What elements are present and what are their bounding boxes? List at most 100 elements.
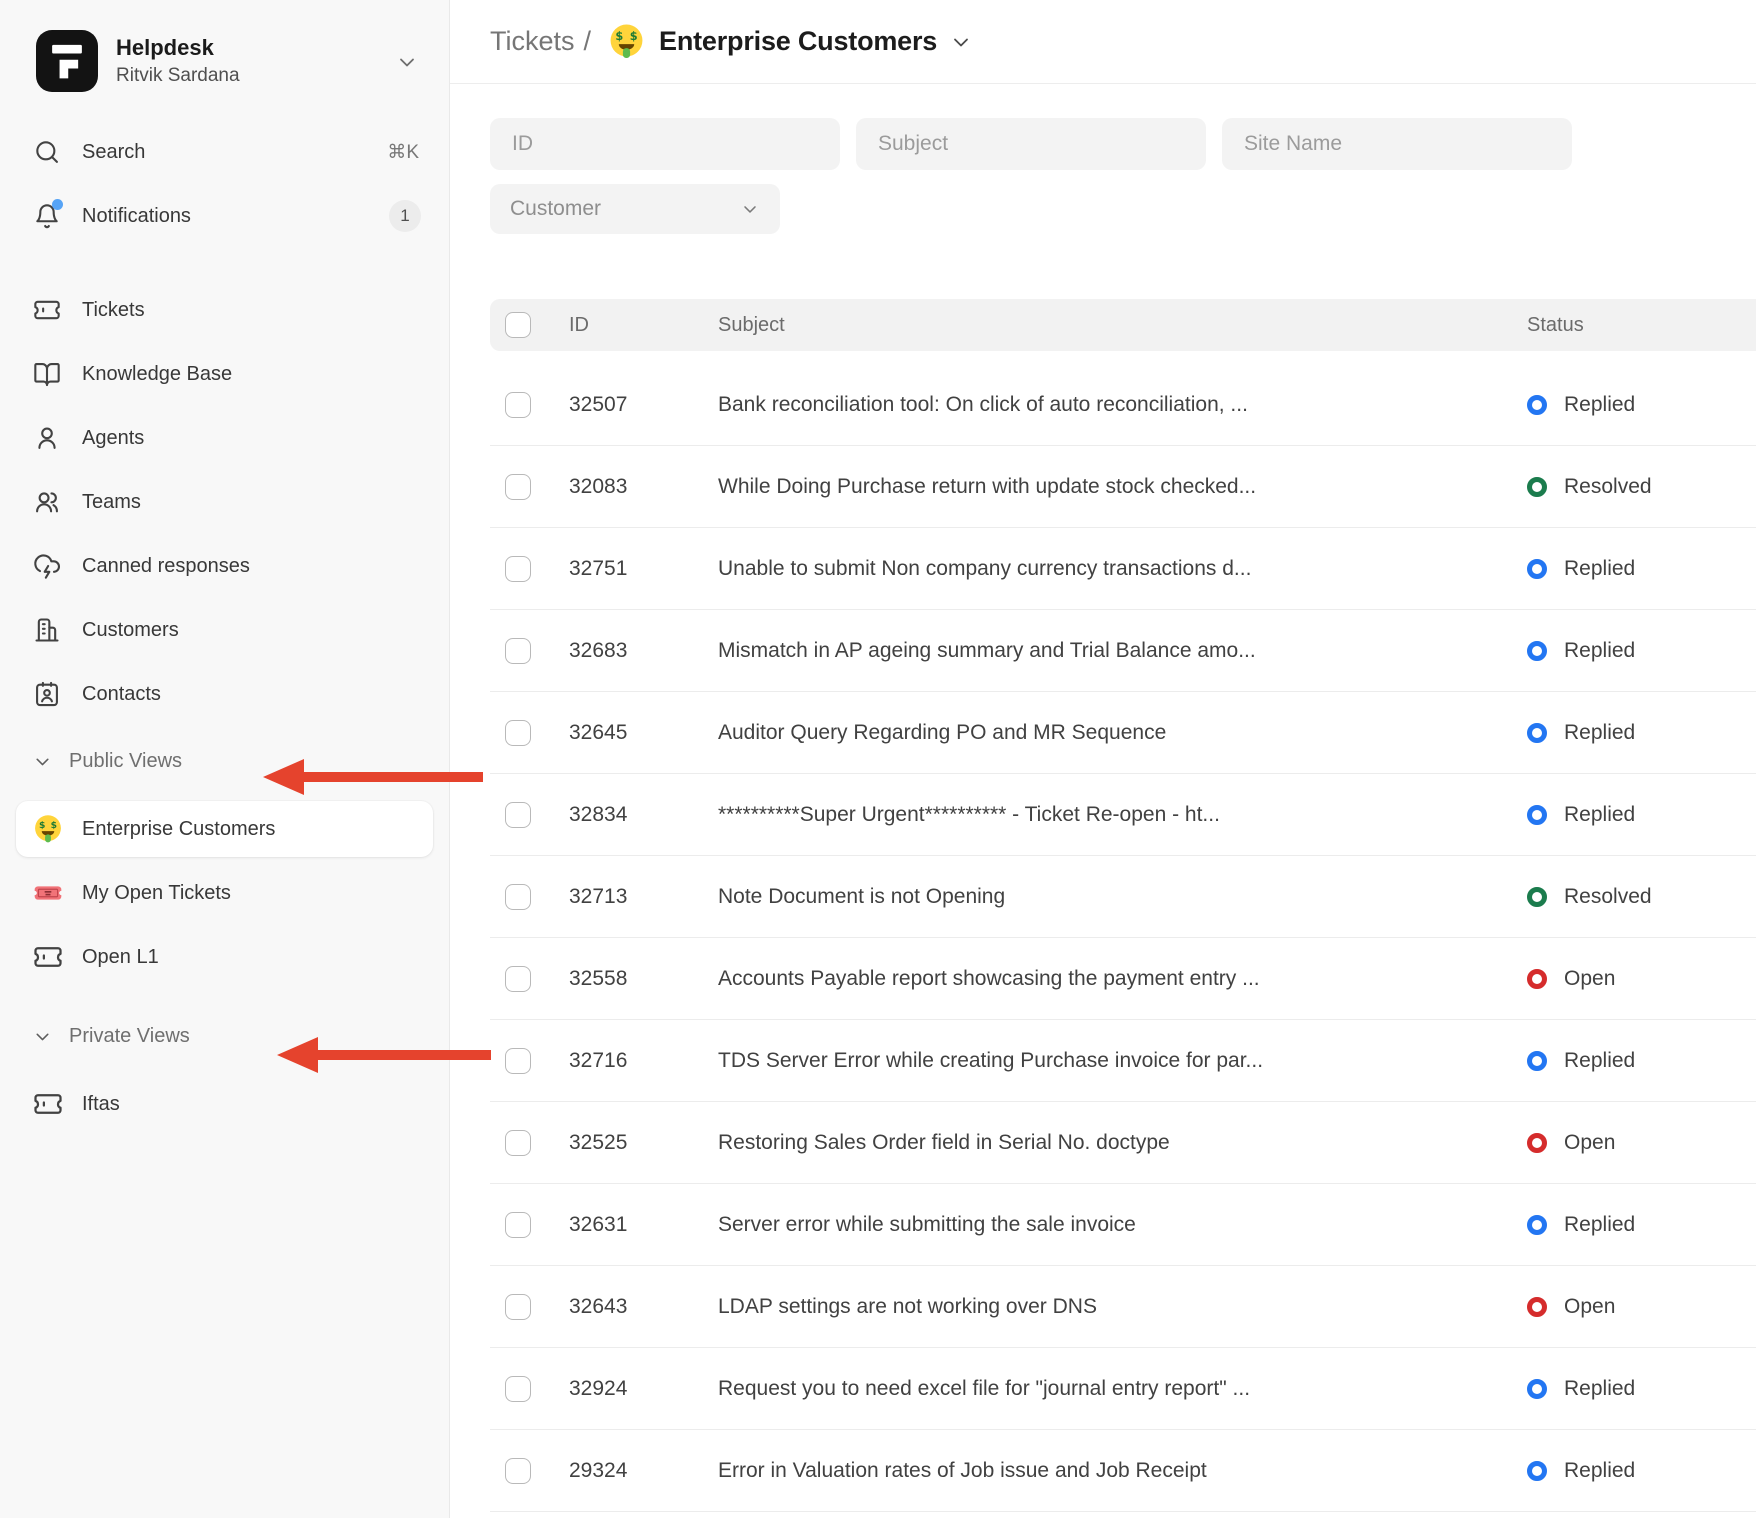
sidebar-item-customers[interactable]: Customers (16, 602, 433, 658)
filter-id-input[interactable] (490, 118, 840, 170)
row-checkbox[interactable] (505, 1376, 531, 1402)
filter-site-name-input[interactable] (1222, 118, 1572, 170)
sidebar-item-label: Canned responses (82, 555, 250, 578)
table-row[interactable]: 32683Mismatch in AP ageing summary and T… (490, 610, 1756, 692)
table-row[interactable]: 32716TDS Server Error while creating Pur… (490, 1020, 1756, 1102)
workspace-switcher[interactable]: Helpdesk Ritvik Sardana (16, 30, 433, 92)
breadcrumb-tickets-link[interactable]: Tickets (490, 26, 575, 57)
status-badge: Replied (1527, 393, 1756, 417)
ticket-subject: Error in Valuation rates of Job issue an… (718, 1459, 1527, 1483)
ticket-id: 32834 (569, 803, 718, 827)
sidebar-item-teams[interactable]: Teams (16, 474, 433, 530)
table-row[interactable]: 32507Bank reconciliation tool: On click … (490, 364, 1756, 446)
row-checkbox[interactable] (505, 966, 531, 992)
row-checkbox-cell (490, 474, 569, 500)
column-header-subject[interactable]: Subject (718, 314, 1527, 337)
section-label: Private Views (69, 1025, 190, 1048)
table-row[interactable]: 32924Request you to need excel file for … (490, 1348, 1756, 1430)
column-header-id[interactable]: ID (569, 314, 718, 337)
user-icon (33, 424, 61, 452)
ticket-subject: Request you to need excel file for "jour… (718, 1377, 1527, 1401)
status-ring-icon (1527, 395, 1547, 415)
ticket-subject: **********Super Urgent********** - Ticke… (718, 803, 1527, 827)
breadcrumb-separator: / (584, 26, 592, 57)
ticket-id: 32525 (569, 1131, 718, 1155)
row-checkbox[interactable] (505, 1048, 531, 1074)
row-checkbox[interactable] (505, 1458, 531, 1484)
sidebar-item-label: Teams (82, 491, 141, 514)
row-checkbox[interactable] (505, 1130, 531, 1156)
search-icon (33, 138, 61, 166)
table-row[interactable]: 32643LDAP settings are not working over … (490, 1266, 1756, 1348)
table-row[interactable]: 29324Error in Valuation rates of Job iss… (490, 1430, 1756, 1512)
status-label: Replied (1564, 1049, 1635, 1073)
ticket-subject: Server error while submitting the sale i… (718, 1213, 1527, 1237)
user-name: Ritvik Sardana (116, 65, 240, 87)
sidebar-item-canned-responses[interactable]: Canned responses (16, 538, 433, 594)
private-views-header[interactable]: Private Views (16, 1011, 433, 1061)
row-checkbox[interactable] (505, 720, 531, 746)
chevron-down-icon[interactable] (395, 50, 419, 74)
sidebar-item-label: Customers (82, 619, 179, 642)
ticket-id: 32683 (569, 639, 718, 663)
view-label: Open L1 (82, 946, 159, 969)
row-checkbox-cell (490, 884, 569, 910)
status-ring-icon (1527, 969, 1547, 989)
ticket-id: 32643 (569, 1295, 718, 1319)
row-checkbox[interactable] (505, 392, 531, 418)
app-title: Helpdesk (116, 35, 240, 61)
sidebar-item-notifications[interactable]: Notifications 1 (16, 188, 433, 244)
table-row[interactable]: 32834**********Super Urgent********** - … (490, 774, 1756, 856)
row-checkbox[interactable] (505, 1294, 531, 1320)
table-row[interactable]: 32083While Doing Purchase return with up… (490, 446, 1756, 528)
customer-filter-dropdown[interactable]: Customer (490, 184, 780, 234)
sidebar-item-label: Contacts (82, 683, 161, 706)
public-views-header[interactable]: Public Views (16, 736, 433, 786)
sidebar-item-contacts[interactable]: Contacts (16, 666, 433, 722)
row-checkbox[interactable] (505, 474, 531, 500)
row-checkbox[interactable] (505, 1212, 531, 1238)
sidebar-item-agents[interactable]: Agents (16, 410, 433, 466)
sidebar-item-search[interactable]: Search ⌘K (16, 124, 433, 180)
status-ring-icon (1527, 559, 1547, 579)
table-row[interactable]: 32751Unable to submit Non company curren… (490, 528, 1756, 610)
select-all-checkbox[interactable] (505, 312, 531, 338)
sidebar-view-open-l1[interactable]: Open L1 (16, 929, 433, 985)
sidebar-view-iftas[interactable]: Iftas (16, 1076, 433, 1132)
row-checkbox-cell (490, 556, 569, 582)
sidebar-view-enterprise-customers[interactable]: $$Enterprise Customers (16, 801, 433, 857)
money-mouth-emoji: $$ (33, 814, 63, 844)
workspace-titles: Helpdesk Ritvik Sardana (116, 35, 240, 86)
status-label: Resolved (1564, 885, 1652, 909)
table-row[interactable]: 32558Accounts Payable report showcasing … (490, 938, 1756, 1020)
row-checkbox-cell (490, 638, 569, 664)
table-row[interactable]: 32645Auditor Query Regarding PO and MR S… (490, 692, 1756, 774)
status-ring-icon (1527, 1379, 1547, 1399)
ticket-id: 32507 (569, 393, 718, 417)
status-badge: Replied (1527, 1459, 1756, 1483)
ticket-subject: Bank reconciliation tool: On click of au… (718, 393, 1527, 417)
row-checkbox[interactable] (505, 556, 531, 582)
row-checkbox[interactable] (505, 638, 531, 664)
table-row[interactable]: 32713Note Document is not OpeningResolve… (490, 856, 1756, 938)
sidebar-item-knowledge-base[interactable]: Knowledge Base (16, 346, 433, 402)
status-ring-icon (1527, 887, 1547, 907)
row-checkbox[interactable] (505, 802, 531, 828)
sidebar-item-tickets[interactable]: Tickets (16, 282, 433, 338)
column-header-status[interactable]: Status (1527, 314, 1756, 337)
ticket-subject: Auditor Query Regarding PO and MR Sequen… (718, 721, 1527, 745)
sidebar-view-my-open-tickets[interactable]: My Open Tickets (16, 865, 433, 921)
notification-count-badge: 1 (389, 200, 421, 232)
customer-filter-label: Customer (510, 197, 601, 221)
row-checkbox[interactable] (505, 884, 531, 910)
ticket-id: 29324 (569, 1459, 718, 1483)
view-switcher-chevron-icon[interactable] (949, 30, 973, 54)
status-label: Replied (1564, 1377, 1635, 1401)
ticket-icon (33, 1089, 63, 1119)
table-row[interactable]: 32525Restoring Sales Order field in Seri… (490, 1102, 1756, 1184)
status-ring-icon (1527, 477, 1547, 497)
filter-subject-input[interactable] (856, 118, 1206, 170)
status-ring-icon (1527, 1461, 1547, 1481)
status-badge: Replied (1527, 557, 1756, 581)
table-row[interactable]: 32631Server error while submitting the s… (490, 1184, 1756, 1266)
